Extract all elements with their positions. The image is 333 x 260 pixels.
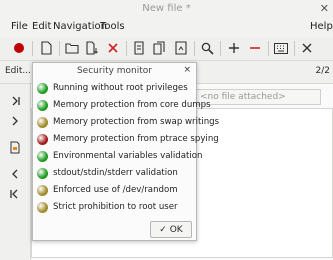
menu-navigation[interactable]: Navigation bbox=[53, 21, 107, 32]
delete-icon[interactable] bbox=[105, 40, 121, 56]
list-item-label: Memory protection from ptrace spying bbox=[53, 134, 219, 144]
attachment-icon[interactable] bbox=[8, 140, 22, 154]
menubar: File Edit Navigation Tools Help bbox=[0, 17, 333, 37]
toolbar bbox=[0, 37, 333, 61]
next-entry-icon[interactable] bbox=[8, 114, 22, 128]
security-monitor-dialog: Security monitor × Running without root … bbox=[32, 62, 219, 241]
status-indicator bbox=[37, 117, 48, 128]
edit-tab[interactable]: Edit... bbox=[5, 66, 31, 76]
status-indicator bbox=[37, 83, 48, 94]
list-item: Enforced use of /dev/random bbox=[37, 184, 195, 198]
toolbar-separator bbox=[194, 41, 195, 56]
list-item-label: Environmental variables validation bbox=[53, 151, 203, 161]
list-item: Memory protection from ptrace spying bbox=[37, 133, 219, 147]
status-indicator bbox=[37, 185, 48, 196]
dialog-title: Security monitor bbox=[76, 66, 153, 76]
keyboard-icon[interactable] bbox=[273, 40, 289, 56]
list-item-label: stdout/stdin/stderr validation bbox=[53, 168, 178, 178]
list-item-label: Strict prohibition to root user bbox=[53, 202, 178, 212]
status-indicator bbox=[37, 100, 48, 111]
status-indicator bbox=[37, 168, 48, 179]
status-indicator bbox=[37, 202, 48, 213]
last-entry-icon[interactable] bbox=[8, 94, 22, 108]
page-counter: 2/2 bbox=[315, 66, 330, 76]
menu-edit[interactable]: Edit bbox=[32, 21, 51, 32]
search-icon[interactable] bbox=[199, 40, 215, 56]
left-panel bbox=[0, 84, 31, 260]
list-item-label: Memory protection from swap writings bbox=[53, 117, 220, 127]
list-item: Running without root privileges bbox=[37, 82, 195, 96]
window-close-button[interactable]: ✕ bbox=[320, 0, 329, 17]
list-item: Memory protection from swap writings bbox=[37, 116, 219, 130]
window-titlebar: New file * ✕ bbox=[0, 0, 333, 17]
toolbar-separator bbox=[268, 41, 269, 56]
add-icon[interactable] bbox=[226, 40, 242, 56]
toolbar-separator bbox=[59, 41, 60, 56]
window-title: New file * bbox=[142, 3, 191, 14]
download-icon[interactable] bbox=[84, 40, 100, 56]
list-item: Memory protection from core dumps bbox=[37, 99, 211, 113]
close-icon[interactable] bbox=[299, 40, 315, 56]
export-icon[interactable] bbox=[173, 40, 189, 56]
remove-icon[interactable] bbox=[247, 40, 263, 56]
list-item-label: Running without root privileges bbox=[53, 83, 188, 93]
list-item-label: Memory protection from core dumps bbox=[53, 100, 211, 110]
save-as-icon[interactable] bbox=[152, 40, 168, 56]
menu-help[interactable]: Help bbox=[310, 21, 333, 32]
ok-button[interactable]: ✓ OK bbox=[150, 221, 192, 238]
list-item-label: Enforced use of /dev/random bbox=[53, 185, 178, 195]
toolbar-separator bbox=[32, 41, 33, 56]
toolbar-separator bbox=[220, 41, 221, 56]
list-item: Strict prohibition to root user bbox=[37, 201, 195, 215]
attachment-field[interactable]: <no file attached> bbox=[196, 89, 321, 105]
open-folder-icon[interactable] bbox=[64, 40, 80, 56]
status-indicator bbox=[37, 151, 48, 162]
toolbar-separator bbox=[294, 41, 295, 56]
list-item: stdout/stdin/stderr validation bbox=[37, 167, 195, 181]
status-indicator bbox=[37, 134, 48, 145]
dialog-close-button[interactable]: × bbox=[183, 65, 191, 75]
menu-file[interactable]: File bbox=[11, 21, 28, 32]
toolbar-separator bbox=[126, 41, 127, 56]
previous-entry-icon[interactable] bbox=[8, 167, 22, 181]
record-icon[interactable] bbox=[11, 40, 27, 56]
list-item: Environmental variables validation bbox=[37, 150, 202, 164]
first-entry-icon[interactable] bbox=[8, 187, 22, 201]
new-file-icon[interactable] bbox=[38, 40, 54, 56]
save-icon[interactable] bbox=[131, 40, 147, 56]
menu-tools[interactable]: Tools bbox=[100, 21, 125, 32]
